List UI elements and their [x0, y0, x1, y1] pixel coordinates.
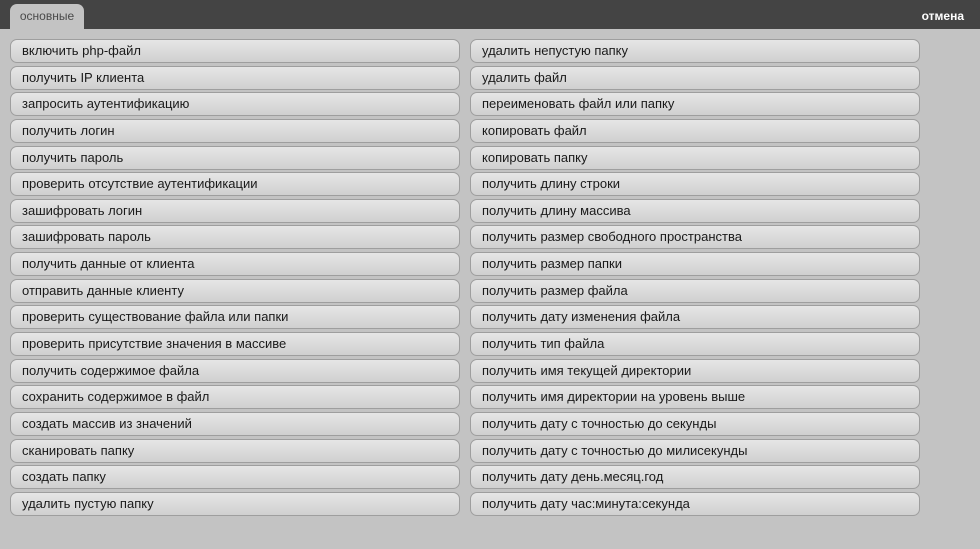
action-button[interactable]: получить дату изменения файла [470, 305, 920, 330]
action-button[interactable]: проверить присутствие значения в массиве [10, 332, 460, 357]
action-button[interactable]: получить длину строки [470, 172, 920, 197]
action-button[interactable]: получить имя директории на уровень выше [470, 385, 920, 410]
action-button[interactable]: создать папку [10, 465, 460, 490]
action-button[interactable]: удалить непустую папку [470, 39, 920, 63]
tab-basic[interactable]: основные [10, 4, 84, 29]
action-button[interactable]: удалить пустую папку [10, 491, 460, 516]
action-button[interactable]: получить тип файла [470, 332, 920, 357]
action-button[interactable]: проверить отсутствие аутентификации [10, 172, 460, 197]
action-button[interactable]: получить содержимое файла [10, 358, 460, 383]
action-button[interactable]: зашифровать пароль [10, 225, 460, 250]
action-button[interactable]: отправить данные клиенту [10, 278, 460, 303]
top-bar: основные отмена [0, 0, 980, 29]
action-button[interactable]: проверить существование файла или папки [10, 305, 460, 330]
action-button[interactable]: получить дату с точностью до секунды [470, 411, 920, 436]
action-button[interactable]: получить имя текущей директории [470, 358, 920, 383]
cancel-button[interactable]: отмена [922, 8, 964, 24]
actions-column-left: включить php-файл получить IP клиента запр… [10, 39, 460, 519]
action-button[interactable]: копировать файл [470, 118, 920, 143]
action-button[interactable]: сканировать папку [10, 438, 460, 463]
action-button[interactable]: получить дату час:минута:секунда [470, 491, 920, 516]
action-button[interactable]: создать массив из значений [10, 411, 460, 436]
action-button[interactable]: получить дату день.месяц.год [470, 465, 920, 490]
action-button[interactable]: получить логин [10, 118, 460, 143]
action-button[interactable]: получить пароль [10, 145, 460, 170]
action-button[interactable]: зашифровать логин [10, 198, 460, 223]
action-button[interactable]: запросить аутентификацию [10, 92, 460, 117]
action-button[interactable]: включить php-файл [10, 39, 460, 63]
actions-column-right: удалить непустую папку удалить файл переим… [470, 39, 920, 519]
action-button[interactable]: получить IP клиента [10, 65, 460, 90]
action-button[interactable]: копировать папку [470, 145, 920, 170]
action-button[interactable]: получить длину массива [470, 198, 920, 223]
action-button[interactable]: получить размер свободного пространства [470, 225, 920, 250]
action-button[interactable]: удалить файл [470, 65, 920, 90]
action-button[interactable]: получить данные от клиента [10, 252, 460, 277]
action-button[interactable]: сохранить содержимое в файл [10, 385, 460, 410]
action-button[interactable]: получить дату с точностью до милисекунды [470, 438, 920, 463]
action-button[interactable]: получить размер файла [470, 278, 920, 303]
action-button[interactable]: получить размер папки [470, 252, 920, 277]
action-button[interactable]: переименовать файл или папку [470, 92, 920, 117]
